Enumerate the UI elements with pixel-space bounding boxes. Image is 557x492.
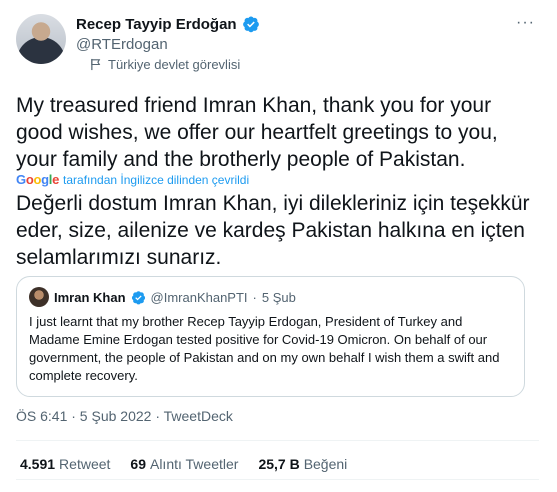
translation-note[interactable]: tarafından İngilizce dilinden çevrildi: [63, 173, 249, 187]
retweets-stat[interactable]: 4.591 Retweet: [20, 456, 110, 472]
retweets-count: 4.591: [20, 456, 56, 472]
author-avatar[interactable]: [16, 14, 66, 64]
divider: [16, 479, 539, 480]
government-label: Türkiye devlet görevlisi: [90, 57, 240, 72]
engagement-stats: 4.591 Retweet 69 Alıntı Tweetler 25,7 B …: [20, 456, 347, 472]
flag-icon: [91, 58, 101, 71]
google-logo: Google: [16, 172, 60, 187]
tweet-text-original: Değerli dostum Imran Khan, iyi dilekleri…: [16, 192, 530, 269]
quotes-count: 69: [130, 456, 146, 472]
translation-attribution: Google tarafından İngilizce dilinden çev…: [16, 172, 249, 187]
likes-label: Beğeni: [303, 456, 348, 472]
quotes-label: Alıntı Tweetler: [149, 456, 239, 472]
verified-badge-icon: [242, 16, 259, 33]
author-display-name[interactable]: Recep Tayyip Erdoğan: [76, 16, 237, 33]
quoted-author-avatar: [29, 287, 49, 307]
likes-count: 25,7 B: [258, 456, 300, 472]
quoted-tweet-date: 5 Şub: [261, 289, 296, 305]
quotes-stat[interactable]: 69 Alıntı Tweetler: [130, 456, 238, 472]
quoted-author-name: Imran Khan: [54, 289, 126, 305]
likes-stat[interactable]: 25,7 B Beğeni: [258, 456, 347, 472]
author-name-row: Recep Tayyip Erdoğan: [76, 15, 260, 33]
divider: [16, 440, 539, 441]
more-options-icon[interactable]: ···: [516, 14, 535, 32]
tweet-header: Recep Tayyip Erdoğan @RTErdogan Türkiye …: [16, 0, 539, 84]
government-label-text: Türkiye devlet görevlisi: [108, 57, 241, 72]
quoted-tweet-text: I just learnt that my brother Recep Tayy…: [29, 314, 500, 383]
retweets-label: Retweet: [59, 456, 111, 472]
quoted-tweet-header: Imran Khan @ImranKhanPTI · 5 Şub: [29, 287, 512, 307]
separator-dot: ·: [252, 289, 257, 305]
author-handle[interactable]: @RTErdogan: [76, 36, 168, 53]
tweet: Recep Tayyip Erdoğan @RTErdogan Türkiye …: [0, 0, 557, 492]
tweet-text-translated: My treasured friend Imran Khan, thank yo…: [16, 94, 498, 171]
tweet-timestamp-source[interactable]: ÖS 6:41 · 5 Şub 2022 · TweetDeck: [16, 408, 233, 424]
verified-badge-icon: [131, 290, 145, 304]
quoted-author-handle: @ImranKhanPTI: [150, 289, 248, 305]
quoted-tweet[interactable]: Imran Khan @ImranKhanPTI · 5 Şub I just …: [16, 276, 525, 397]
